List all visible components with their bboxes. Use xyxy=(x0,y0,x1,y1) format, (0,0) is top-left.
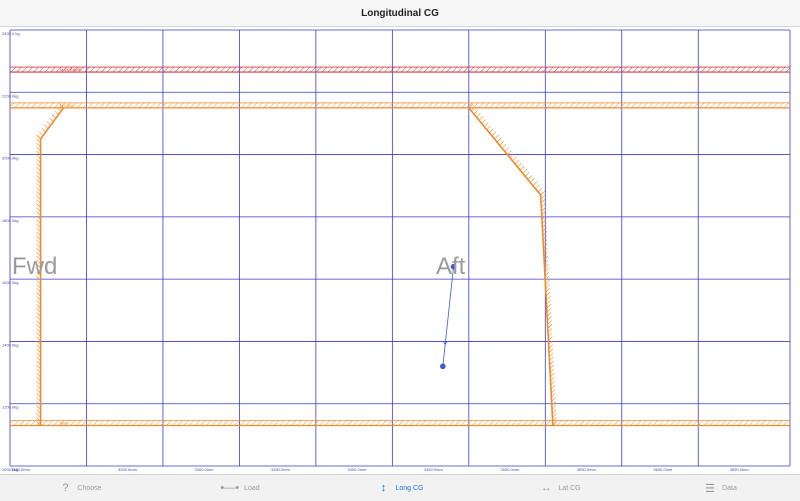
hatch-tick xyxy=(489,128,494,133)
hatch-tick xyxy=(496,137,502,143)
x-tick-label: 3650.0mm xyxy=(730,467,750,472)
load-path-line xyxy=(442,266,454,367)
title-bar: Longitudinal CG xyxy=(0,0,800,27)
hatch-tick xyxy=(41,127,46,133)
hatch-tick xyxy=(494,134,499,140)
y-tick-label: 1800.0kg xyxy=(2,218,18,223)
question-icon: ? xyxy=(62,482,69,494)
x-tick-label: 3450.0mm xyxy=(424,467,444,472)
y-tick-label: 1400.0kg xyxy=(2,342,18,347)
hatch-tick xyxy=(527,175,533,180)
x-tick-label: 3600.0mm xyxy=(653,467,673,472)
hatch-tick xyxy=(484,122,489,127)
hatch-tick xyxy=(478,116,484,121)
max-takeoff-hatch xyxy=(10,102,790,108)
cg-chart-svg: 2400.0 kg 2200.0kg 2000.0kg 1800.0kg 1600.0k… xyxy=(2,29,791,472)
hatch-tick xyxy=(519,165,525,171)
y-tick-label: 1200.0kg xyxy=(2,405,18,410)
x-tick-label: 3250.0mm xyxy=(118,467,138,472)
tab-long-cg[interactable]: ↕ Long CG xyxy=(320,475,480,501)
hatch-tick xyxy=(44,124,49,129)
hatch-tick xyxy=(499,141,504,146)
max-ramp-hatch xyxy=(10,67,790,73)
hatch-tick xyxy=(517,162,522,168)
landing-point xyxy=(440,363,446,370)
y-tick-label: 2400.0 kg xyxy=(2,31,20,36)
hatch-tick xyxy=(537,187,543,193)
hatch-tick xyxy=(532,181,538,186)
x-tick-label: 3500.0mm xyxy=(500,467,520,472)
hatch-tick xyxy=(486,125,492,130)
hatch-tick xyxy=(491,131,497,137)
tab-label: Choose xyxy=(77,484,102,492)
hatch-tick xyxy=(540,190,545,196)
cg-chart: 2400.0 kg 2200.0kg 2000.0kg 1800.0kg 1600.0k… xyxy=(0,26,800,474)
aft-limit xyxy=(468,107,554,426)
tab-data[interactable]: ☰ Data xyxy=(640,475,800,501)
x-tick-label: 3400.0mm xyxy=(347,467,367,472)
hatch-tick xyxy=(501,144,507,149)
max-takeoff-label: MTOW xyxy=(60,103,73,108)
min-weight-label: MIN xyxy=(60,421,67,426)
vertical-arrows-icon: ↕ xyxy=(380,482,387,494)
hatch-tick xyxy=(51,114,57,119)
x-tick-label: 3350.0mm xyxy=(271,467,291,472)
horizontal-arrows-icon: ↔ xyxy=(540,482,552,494)
max-ramp-label: MAX RAMP xyxy=(60,67,82,72)
data-icon: ☰ xyxy=(705,482,716,495)
aft-label: Aft xyxy=(436,253,466,280)
hatch-tick xyxy=(473,109,479,115)
tab-bar: ? Choose •—• Load ↕ Long CG ↔ Lat CG ☰ D… xyxy=(0,474,800,501)
x-tick-label: 3300.0mm xyxy=(195,467,215,472)
tab-label: Lat CG xyxy=(558,484,581,492)
tab-choose[interactable]: ? Choose xyxy=(0,475,160,501)
fwd-label: Fwd xyxy=(12,253,57,280)
y-tick-label: 2000.0kg xyxy=(2,156,18,161)
hatch-tick xyxy=(54,110,59,115)
hatch-tick xyxy=(49,117,54,122)
hatch-tick xyxy=(507,150,512,155)
page-title: Longitudinal CG xyxy=(361,7,439,19)
y-tick-label: 2200.0kg xyxy=(2,93,18,98)
min-weight-hatch xyxy=(10,420,790,426)
tab-label: Long CG xyxy=(395,484,424,492)
hatch-tick xyxy=(530,178,535,183)
load-icon: •—• xyxy=(220,482,240,494)
hatch-tick xyxy=(535,184,540,190)
tab-load[interactable]: •—• Load xyxy=(160,475,320,501)
hatch-tick xyxy=(512,156,517,162)
hatch-tick xyxy=(525,172,530,177)
hatch-tick xyxy=(514,159,520,165)
x-tick-label: 3550.0mm xyxy=(577,467,597,472)
hatch-tick xyxy=(504,147,509,152)
y-tick-label: 1600.0kg xyxy=(2,280,18,285)
hatch-tick xyxy=(46,120,51,126)
x-tick-label: 3180.0mm xyxy=(11,467,31,472)
tab-label: Data xyxy=(722,484,737,492)
hatch-tick xyxy=(36,134,41,140)
hatch-tick xyxy=(476,112,481,118)
hatch-tick xyxy=(522,169,527,174)
hatch-tick xyxy=(38,131,44,136)
tab-lat-cg[interactable]: ↔ Lat CG xyxy=(480,475,640,501)
tab-label: Load xyxy=(244,484,260,492)
hatch-tick xyxy=(481,119,486,124)
